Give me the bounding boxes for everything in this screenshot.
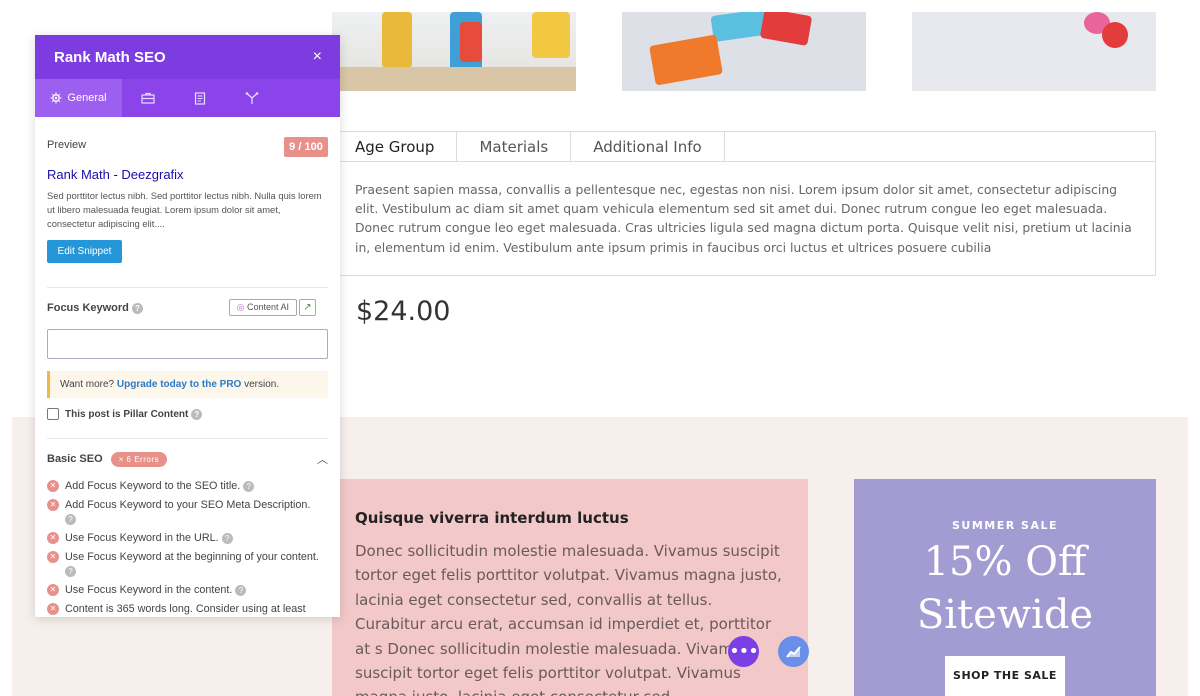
- help-icon[interactable]: ?: [243, 480, 255, 492]
- tab-schema[interactable]: [174, 79, 226, 117]
- seo-check-list: ✕ Add Focus Keyword to the SEO title.? ✕ A…: [47, 479, 328, 616]
- edit-snippet-button[interactable]: Edit Snippet: [47, 240, 122, 263]
- check-text: Use Focus Keyword in the content.: [65, 584, 233, 596]
- basic-seo-header[interactable]: Basic SEO × 6 Errors ︿: [47, 439, 328, 479]
- error-icon: ✕: [47, 603, 59, 615]
- rank-math-panel: Rank Math SEO × General Preview 9 / 100 …: [35, 35, 340, 617]
- gear-icon: [50, 92, 62, 104]
- toy-block: [532, 12, 570, 58]
- seo-score-badge: 9 / 100: [284, 137, 328, 157]
- check-text: Use Focus Keyword in the URL.: [65, 532, 219, 544]
- promo-title: Quisque viverra interdum luctus: [355, 509, 629, 527]
- promo-text: Donec sollicitudin molestie malesuada. V…: [355, 542, 782, 696]
- seo-check-item: ✕ Add Focus Keyword to your SEO Meta Desc…: [47, 498, 328, 526]
- focus-keyword-label: Focus Keyword?: [47, 302, 143, 314]
- errors-badge: × 6 Errors: [110, 451, 167, 467]
- basic-seo-label: Basic SEO: [47, 453, 103, 465]
- help-icon[interactable]: ?: [65, 513, 76, 525]
- error-icon: ✕: [47, 551, 59, 563]
- help-icon[interactable]: ?: [65, 565, 76, 577]
- tab-materials[interactable]: Materials: [457, 132, 572, 161]
- error-icon: ✕: [47, 532, 59, 544]
- seo-check-item: ✕ Use Focus Keyword in the content.?: [47, 583, 328, 597]
- tab-social[interactable]: [122, 79, 174, 117]
- upgrade-notice: Want more? Upgrade today to the PRO vers…: [47, 371, 328, 398]
- sale-kicker: SUMMER SALE: [951, 519, 1059, 532]
- snippet-description: Sed porttitor lectus nibh. Sed porttitor…: [47, 190, 322, 229]
- toy-block: [460, 22, 482, 62]
- help-icon[interactable]: ?: [191, 408, 203, 420]
- seo-check-item: ✕ Use Focus Keyword at the beginning of y…: [47, 550, 328, 578]
- help-icon[interactable]: ?: [131, 302, 143, 314]
- toy-block: [1102, 22, 1128, 48]
- shop-sale-button[interactable]: SHOP THE SALE: [945, 656, 1065, 696]
- pillar-content-label: This post is Pillar Content: [65, 408, 189, 420]
- tab-additional-info[interactable]: Additional Info: [571, 132, 725, 161]
- rank-math-title: Rank Math SEO: [54, 48, 166, 66]
- trends-icon[interactable]: ↗: [299, 299, 316, 316]
- focus-keyword-section: Focus Keyword? ◎ Content AI ↗ Want more?…: [47, 288, 328, 439]
- rank-math-tabs: General: [35, 79, 340, 117]
- check-text: Add Focus Keyword to your SEO Meta Descr…: [65, 499, 311, 511]
- check-text: Use Focus Keyword at the beginning of yo…: [65, 551, 319, 563]
- rank-math-header: Rank Math SEO ×: [35, 35, 340, 79]
- content-ai-button[interactable]: ◎ Content AI: [228, 299, 297, 316]
- seo-check-item: ✕ Content is 365 words long. Consider usi…: [47, 602, 328, 616]
- preview-section: Preview 9 / 100 Rank Math - Deezgrafix S…: [47, 117, 328, 288]
- close-icon[interactable]: ×: [313, 48, 322, 66]
- error-icon: ✕: [47, 499, 59, 511]
- upgrade-notice-suffix: version.: [241, 379, 280, 390]
- error-icon: ✕: [47, 584, 59, 596]
- product-thumbnail-2[interactable]: [622, 12, 866, 91]
- snippet-title[interactable]: Rank Math - Deezgrafix: [47, 167, 184, 182]
- page: Age Group Materials Additional Info Prae…: [0, 0, 1200, 696]
- chevron-up-icon[interactable]: ︿: [317, 451, 328, 467]
- toy-block: [649, 34, 723, 86]
- chart-icon-glyph: [785, 645, 801, 658]
- toy-block: [382, 12, 412, 68]
- more-horizontal-icon[interactable]: •••: [728, 636, 759, 667]
- product-tabs: Age Group Materials Additional Info Prae…: [332, 131, 1156, 276]
- chart-icon[interactable]: [778, 636, 809, 667]
- product-thumbnail-3[interactable]: [912, 12, 1156, 91]
- branch-icon: [245, 91, 259, 104]
- tab-age-group[interactable]: Age Group: [333, 132, 458, 161]
- upgrade-notice-prefix: Want more?: [60, 379, 117, 390]
- tab-panel-text: Praesent sapien massa, convallis a pelle…: [355, 182, 1132, 255]
- toy-base: [332, 67, 576, 91]
- preview-label: Preview: [47, 139, 87, 151]
- product-price: $24.00: [356, 296, 451, 327]
- help-icon[interactable]: ?: [221, 532, 233, 544]
- seo-check-item: ✕ Use Focus Keyword in the URL.?: [47, 531, 328, 545]
- rank-math-body: Preview 9 / 100 Rank Math - Deezgrafix S…: [35, 117, 340, 616]
- check-text: Content is 365 words long. Consider usin…: [65, 603, 306, 615]
- upgrade-link[interactable]: Upgrade today to the PRO: [117, 379, 241, 390]
- sale-banner: SUMMER SALE 15% Off Sitewide SHOP THE SA…: [854, 479, 1156, 696]
- content-ai-icon: ◎: [236, 302, 245, 312]
- content-ai-label: Content AI: [246, 302, 289, 312]
- focus-keyword-label-text: Focus Keyword: [47, 302, 129, 314]
- error-icon: ✕: [47, 480, 59, 492]
- sale-headline-2: Sitewide: [916, 592, 1094, 638]
- tab-general-label: General: [67, 92, 107, 104]
- toy-block: [759, 12, 813, 46]
- product-thumbnail-1[interactable]: [332, 12, 576, 91]
- seo-check-item: ✕ Add Focus Keyword to the SEO title.?: [47, 479, 328, 493]
- tab-general[interactable]: General: [35, 79, 122, 117]
- basic-seo-section: Basic SEO × 6 Errors ︿ ✕ Add Focus Keywor…: [47, 439, 328, 616]
- pillar-content-checkbox[interactable]: [47, 408, 59, 420]
- focus-keyword-input[interactable]: [47, 329, 328, 359]
- briefcase-icon: [141, 92, 155, 104]
- pillar-content-row: This post is Pillar Content ?: [47, 408, 203, 420]
- tab-advanced[interactable]: [226, 79, 278, 117]
- document-icon: [194, 91, 206, 105]
- sale-headline-1: 15% Off: [923, 539, 1087, 585]
- help-icon[interactable]: ?: [235, 584, 247, 596]
- check-text: Add Focus Keyword to the SEO title.: [65, 480, 241, 492]
- tab-list: Age Group Materials Additional Info: [333, 132, 1155, 162]
